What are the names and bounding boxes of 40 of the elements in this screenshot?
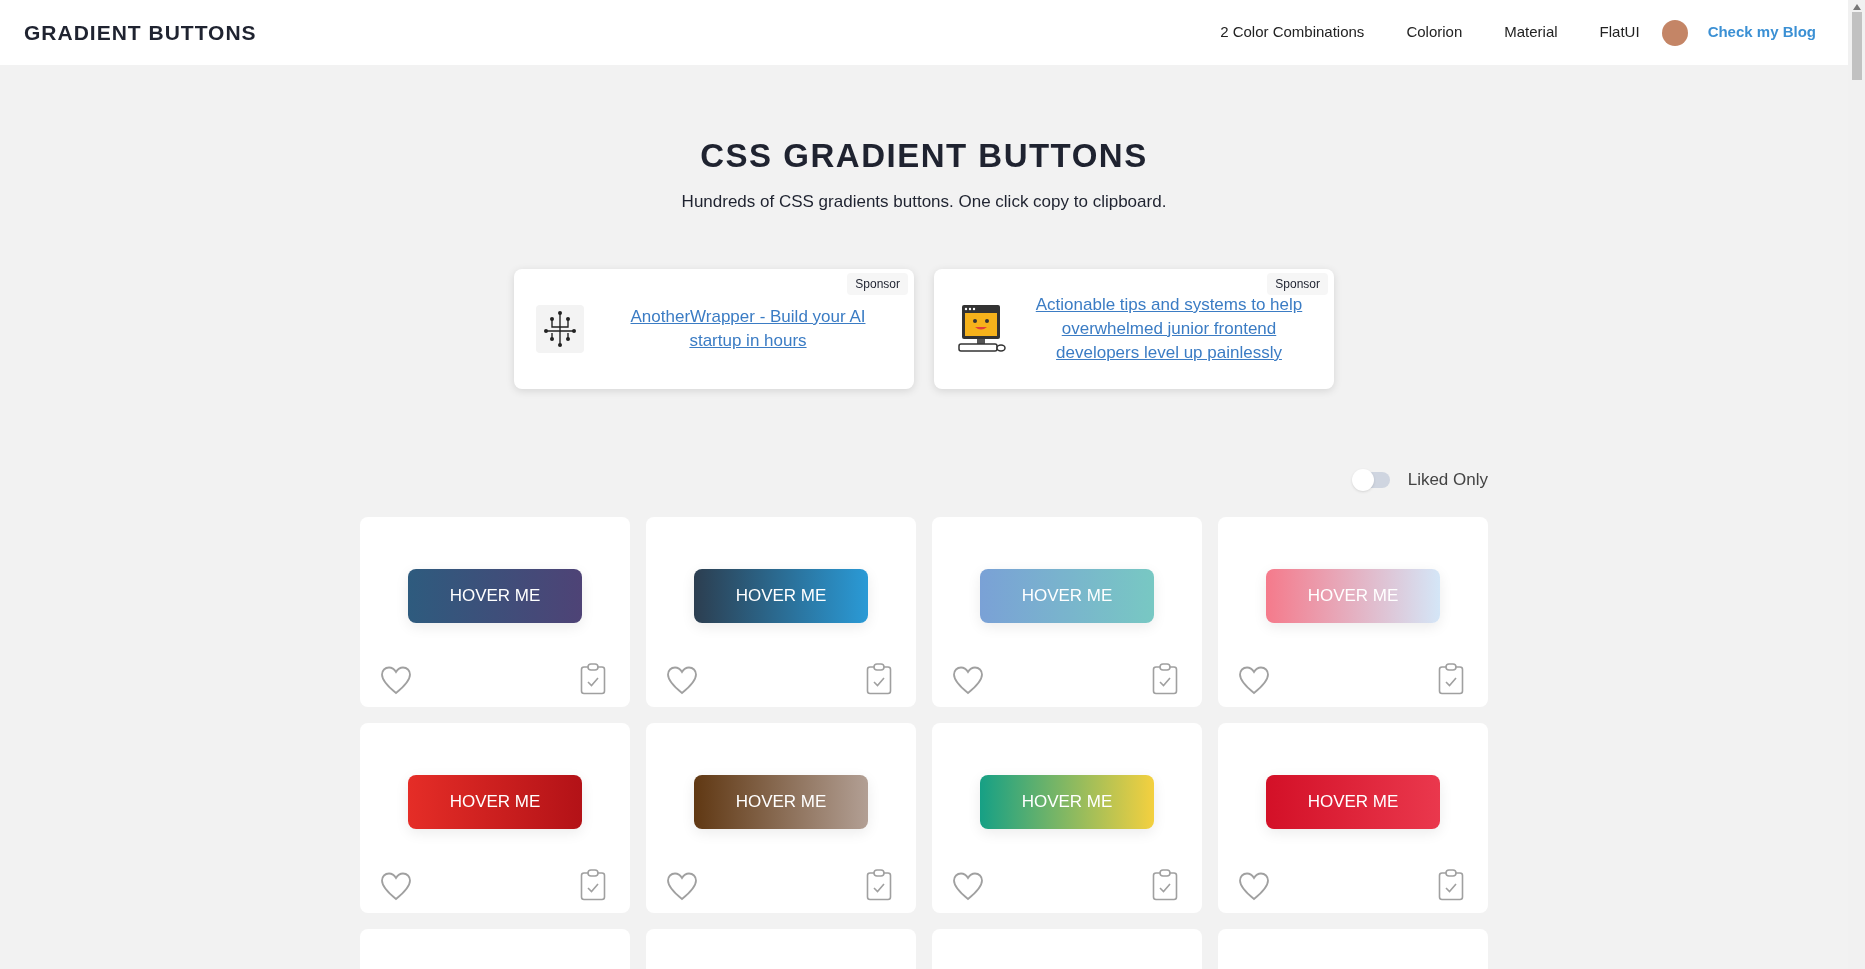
page-title: CSS GRADIENT BUTTONS <box>700 136 1148 176</box>
clipboard-check-icon[interactable] <box>1438 662 1464 695</box>
heart-icon[interactable] <box>952 870 984 901</box>
nav-link[interactable]: Material <box>1504 21 1558 44</box>
gradient-button[interactable]: HOVER ME <box>694 774 868 829</box>
nav-link[interactable]: Colorion <box>1406 21 1463 44</box>
scrollbar-thumb[interactable] <box>1851 12 1862 80</box>
avatar[interactable] <box>1661 19 1688 46</box>
heart-icon[interactable] <box>666 664 698 695</box>
sponsor-link[interactable]: Actionable tips and systems to help overwhelmed junior frontend developers level up painlessly <box>1026 293 1312 365</box>
computer-icon <box>956 303 1006 355</box>
nav-link[interactable]: FlatUI <box>1599 21 1640 44</box>
toggle-label: Liked Only <box>1407 469 1488 491</box>
heart-icon[interactable] <box>666 870 698 901</box>
clipboard-check-icon[interactable] <box>1438 868 1464 901</box>
toggle-switch[interactable] <box>1353 471 1390 488</box>
circuit-icon <box>536 305 584 353</box>
gradient-button[interactable]: HOVER ME <box>408 568 582 623</box>
clipboard-check-icon[interactable] <box>580 662 606 695</box>
heart-icon[interactable] <box>1238 870 1270 901</box>
clipboard-check-icon[interactable] <box>580 868 606 901</box>
heart-icon[interactable] <box>380 664 412 695</box>
logo[interactable]: GRADIENT BUTTONS <box>24 16 257 49</box>
clipboard-check-icon[interactable] <box>1152 868 1178 901</box>
clipboard-check-icon[interactable] <box>866 662 892 695</box>
gradient-button[interactable]: HOVER ME <box>1266 774 1440 829</box>
heart-icon[interactable] <box>1238 664 1270 695</box>
gradient-button[interactable]: HOVER ME <box>694 568 868 623</box>
clipboard-check-icon[interactable] <box>866 868 892 901</box>
sponsor-badge: Sponsor <box>847 273 908 295</box>
blog-link[interactable]: Check my Blog <box>1707 21 1816 44</box>
clipboard-check-icon[interactable] <box>1152 662 1178 695</box>
gradient-button[interactable]: HOVER ME <box>408 774 582 829</box>
heart-icon[interactable] <box>380 870 412 901</box>
sponsor-link[interactable]: AnotherWrapper - Build your AI startup in hours <box>604 305 892 353</box>
page-subtitle: Hundreds of CSS gradients buttons. One click copy to clipboard. <box>681 190 1167 213</box>
sponsor-badge: Sponsor <box>1267 273 1328 295</box>
nav-link[interactable]: 2 Color Combinations <box>1220 21 1365 44</box>
heart-icon[interactable] <box>952 664 984 695</box>
scroll-up-arrow-icon[interactable] <box>1852 4 1861 10</box>
